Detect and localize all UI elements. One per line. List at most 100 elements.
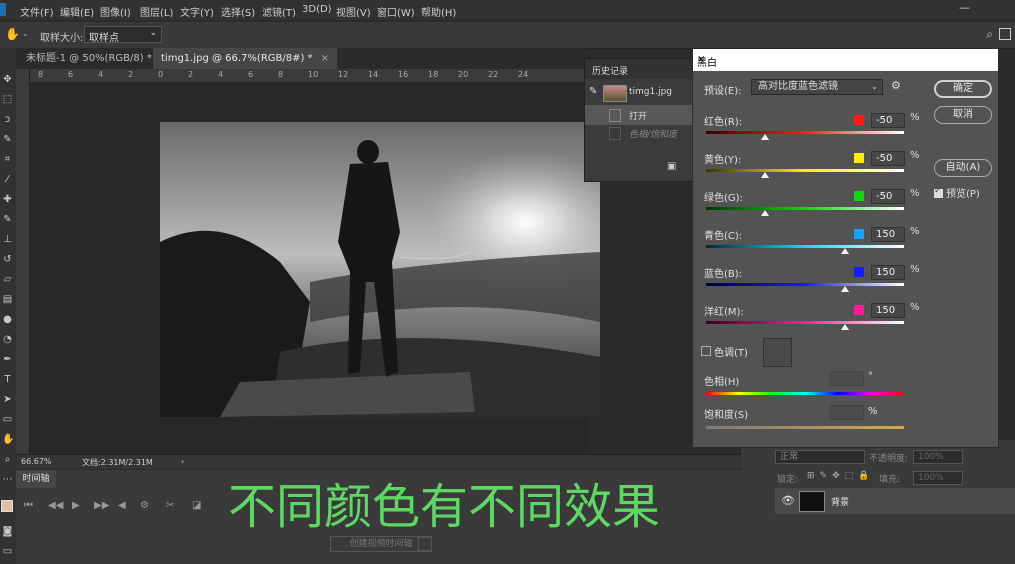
sample-size-select[interactable]: 取样点 ⌄ — [84, 26, 162, 44]
opacity-input[interactable]: 100% — [913, 450, 963, 464]
magenta-slider[interactable] — [706, 321, 904, 324]
history-item-hue[interactable]: 色相/饱和度 — [585, 123, 695, 143]
blue-slider[interactable] — [706, 283, 904, 286]
blend-mode-select[interactable]: 正常 — [775, 450, 865, 464]
create-video-timeline-button[interactable]: 创建视频时间轴 — [330, 536, 432, 552]
status-arrow-icon[interactable]: › — [181, 457, 184, 466]
eraser-tool-icon[interactable]: ▱ — [2, 274, 13, 285]
clone-stamp-icon[interactable]: ⊥ — [2, 234, 13, 245]
screen-mode-icon[interactable]: ▭ — [2, 546, 13, 557]
menu-image[interactable]: 图像(I) — [100, 4, 131, 19]
cyan-value-input[interactable]: 150 — [871, 227, 905, 242]
magenta-value-input[interactable]: 150 — [871, 303, 905, 318]
next-frame-icon[interactable]: ▶▶ — [94, 500, 109, 511]
more-tools-icon[interactable]: ⋯ — [2, 474, 13, 485]
eye-icon[interactable]: 👁 — [781, 494, 795, 507]
settings-icon[interactable]: ⚙ — [140, 500, 149, 511]
tint-checkbox[interactable] — [701, 346, 711, 356]
hue-input[interactable] — [830, 371, 864, 386]
cyan-slider[interactable] — [706, 245, 904, 248]
new-snapshot-icon[interactable]: ▣ — [667, 161, 676, 172]
close-icon[interactable]: × — [697, 54, 990, 65]
eyedropper-icon[interactable]: ⁄ — [2, 174, 13, 185]
yellow-value-input[interactable]: -50 — [871, 151, 905, 166]
magenta-slider-thumb[interactable] — [840, 324, 849, 330]
preset-select[interactable]: 高对比度蓝色滤镜 ⌄ — [751, 79, 883, 95]
crop-tool-icon[interactable]: ⌗ — [2, 154, 13, 165]
move-tool-icon[interactable]: ✥ — [2, 74, 13, 85]
play-icon[interactable]: ▶ — [72, 500, 80, 511]
red-value-input[interactable]: -50 — [871, 113, 905, 128]
audio-icon[interactable]: ◀ — [118, 500, 126, 511]
red-slider-thumb[interactable] — [761, 134, 770, 140]
search-icon[interactable]: ⌕ — [986, 27, 993, 42]
gradient-tool-icon[interactable]: ▤ — [2, 294, 13, 305]
yellow-slider-thumb[interactable] — [761, 172, 770, 178]
menu-help[interactable]: 帮助(H) — [421, 4, 456, 19]
tint-color-swatch[interactable] — [763, 338, 792, 367]
lock-icons[interactable]: ⊞✎✥⬚🔒 — [807, 471, 874, 481]
history-brush-icon[interactable]: ↺ — [2, 254, 13, 265]
red-slider[interactable] — [706, 131, 904, 134]
marquee-tool-icon[interactable]: ⬚ — [2, 94, 13, 105]
first-frame-icon[interactable]: ⏮ — [24, 500, 33, 511]
zoom-tool-icon[interactable]: ⌕ — [2, 454, 13, 465]
blur-tool-icon[interactable]: ● — [2, 314, 13, 325]
menu-file[interactable]: 文件(F) — [20, 4, 54, 19]
dodge-tool-icon[interactable]: ◔ — [2, 334, 13, 345]
menu-view[interactable]: 视图(V) — [336, 4, 371, 19]
transition-icon[interactable]: ◪ — [192, 500, 201, 511]
document-image[interactable] — [160, 122, 600, 417]
history-item-snapshot[interactable]: ✎ timg1.jpg — [585, 83, 695, 103]
saturation-input[interactable] — [830, 405, 864, 420]
timeline-dropdown[interactable] — [418, 537, 432, 551]
lasso-tool-icon[interactable]: ↄ — [2, 114, 13, 125]
tool-preset-chevron-icon[interactable]: ⌄ — [22, 29, 29, 38]
cyan-slider-thumb[interactable] — [840, 248, 849, 254]
hand-tool-icon[interactable]: ✋ — [2, 434, 14, 445]
scissors-icon[interactable]: ✂ — [166, 500, 174, 511]
blue-slider-thumb[interactable] — [840, 286, 849, 292]
history-item-open[interactable]: 打开 — [585, 105, 695, 125]
quick-select-tool-icon[interactable]: ✎ — [2, 134, 13, 145]
hue-slider[interactable] — [706, 392, 904, 395]
ok-button[interactable]: 确定 — [934, 80, 992, 98]
menu-3d[interactable]: 3D(D) — [302, 4, 332, 15]
preview-checkbox[interactable]: 预览(P) — [934, 185, 980, 200]
close-icon[interactable]: × — [321, 53, 329, 64]
fill-input[interactable]: 100% — [913, 471, 963, 485]
minimize-icon[interactable]: — — [959, 1, 970, 14]
eyedropper-tool-icon[interactable]: ✋ — [5, 27, 20, 41]
tab-timg1[interactable]: timg1.jpg @ 66.7%(RGB/8#) * × — [153, 48, 337, 69]
cancel-button[interactable]: 取消 — [934, 106, 992, 124]
zoom-level[interactable]: 66.67% — [21, 457, 52, 466]
prev-frame-icon[interactable]: ◀◀ — [48, 500, 63, 511]
foreground-color-swatch[interactable] — [1, 500, 13, 512]
menu-window[interactable]: 窗口(W) — [377, 4, 415, 19]
green-slider-thumb[interactable] — [761, 210, 770, 216]
layer-row[interactable]: 👁 背景 — [775, 488, 1015, 514]
dialog-titlebar[interactable]: 黑白 × — [693, 49, 998, 71]
menu-filter[interactable]: 滤镜(T) — [262, 4, 296, 19]
brush-tool-icon[interactable]: ✎ — [2, 214, 13, 225]
menu-layer[interactable]: 图层(L) — [140, 4, 173, 19]
blue-value-input[interactable]: 150 — [871, 265, 905, 280]
green-value-input[interactable]: -50 — [871, 189, 905, 204]
preset-gear-icon[interactable]: ⚙ — [891, 79, 901, 92]
yellow-slider[interactable] — [706, 169, 904, 172]
saturation-slider[interactable] — [706, 426, 904, 429]
quick-mask-icon[interactable]: ◙ — [2, 526, 13, 537]
path-select-icon[interactable]: ➤ — [2, 394, 13, 405]
timeline-tab[interactable]: 时间轴 — [16, 470, 56, 488]
auto-button[interactable]: 自动(A) — [934, 159, 992, 177]
menu-type[interactable]: 文字(Y) — [180, 4, 214, 19]
healing-brush-icon[interactable]: ✚ — [2, 194, 13, 205]
workspace-icon[interactable] — [999, 28, 1011, 40]
green-slider[interactable] — [706, 207, 904, 210]
cyan-percent: % — [910, 226, 920, 237]
pen-tool-icon[interactable]: ✒ — [2, 354, 13, 365]
menu-select[interactable]: 选择(S) — [221, 4, 255, 19]
type-tool-icon[interactable]: T — [2, 374, 13, 385]
rectangle-tool-icon[interactable]: ▭ — [2, 414, 13, 425]
menu-edit[interactable]: 编辑(E) — [60, 4, 94, 19]
